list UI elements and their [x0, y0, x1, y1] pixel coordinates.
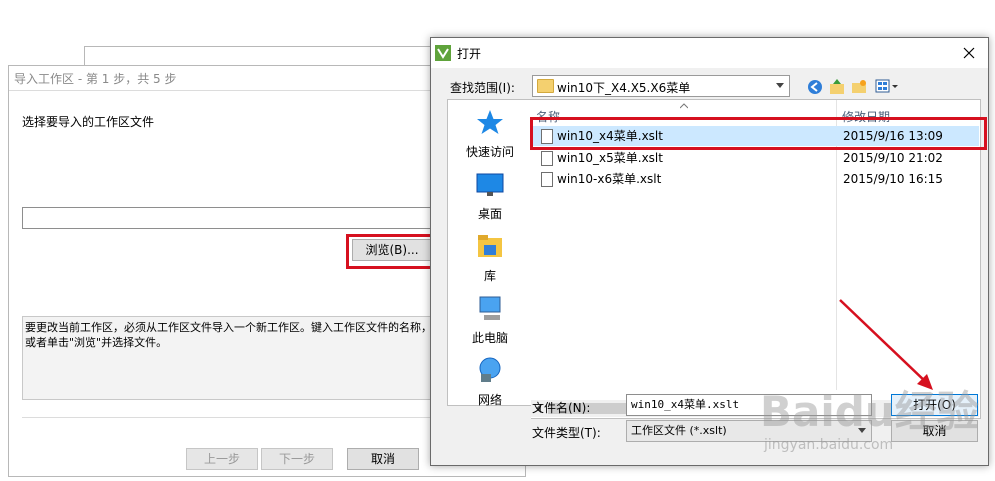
- look-in-value: win10下_X4.X5.X6菜单: [557, 81, 691, 95]
- new-folder-icon[interactable]: [851, 79, 867, 94]
- place-quick-access[interactable]: 快速访问: [448, 108, 532, 160]
- dialog-titlebar: 打开: [431, 38, 988, 68]
- place-label: 快速访问: [465, 145, 514, 159]
- wizard-prompt: 选择要导入的工作区文件: [22, 115, 155, 129]
- baidu-watermark-url: jingyan.baidu.com: [764, 437, 894, 453]
- file-date: 2015/9/10 21:02: [843, 151, 943, 165]
- place-library[interactable]: 库: [448, 232, 532, 284]
- network-icon: [479, 357, 501, 382]
- file-highlight-box: [530, 117, 987, 150]
- look-in-dropdown[interactable]: win10下_X4.X5.X6菜单: [532, 75, 790, 97]
- wizard-info-text: 要更改当前工作区，必须从工作区文件导入一个新工作区。键入工作区文件的名称，或者单…: [22, 316, 442, 400]
- star-icon: [477, 110, 503, 134]
- file-icon: [541, 151, 553, 166]
- back-nav-icon[interactable]: [807, 79, 823, 95]
- file-name: win10-x6菜单.xslt: [557, 172, 662, 186]
- place-network[interactable]: 网络: [448, 356, 532, 408]
- baidu-watermark: Baidu经验: [760, 387, 979, 436]
- app-icon: [435, 45, 451, 61]
- file-name: win10_x5菜单.xslt: [557, 151, 663, 165]
- computer-icon: [479, 296, 501, 320]
- view-menu-icon[interactable]: [875, 79, 899, 94]
- dialog-title: 打开: [457, 47, 482, 61]
- look-in-label: 查找范围(I):: [450, 81, 515, 95]
- place-this-pc[interactable]: 此电脑: [448, 294, 532, 346]
- close-icon[interactable]: [963, 47, 975, 59]
- workspace-path-input[interactable]: [22, 207, 444, 229]
- place-label: 此电脑: [471, 331, 508, 345]
- place-label: 桌面: [477, 207, 502, 221]
- filename-label: 文件名(N):: [532, 401, 591, 415]
- browse-highlight-box: [346, 234, 436, 269]
- next-button[interactable]: 下一步: [261, 448, 333, 470]
- file-row[interactable]: win10-x6菜单.xslt 2015/9/10 16:15: [531, 169, 979, 189]
- sort-ascending-icon: [680, 103, 688, 109]
- back-button[interactable]: 上一步: [186, 448, 258, 470]
- place-desktop[interactable]: 桌面: [448, 170, 532, 222]
- file-icon: [541, 172, 553, 187]
- chevron-down-icon: [776, 83, 784, 88]
- library-icon: [478, 235, 502, 257]
- wizard-cancel-button[interactable]: 取消: [347, 448, 419, 470]
- up-folder-icon[interactable]: [829, 78, 845, 95]
- wizard-title: 导入工作区 - 第 1 步，共 5 步: [14, 72, 177, 86]
- filetype-value: 工作区文件 (*.xslt): [631, 424, 727, 437]
- file-row[interactable]: win10_x5菜单.xslt 2015/9/10 21:02: [531, 148, 979, 168]
- wizard-footer-divider: [22, 417, 442, 418]
- filetype-label: 文件类型(T):: [532, 426, 601, 440]
- place-label: 网络: [477, 393, 502, 407]
- folder-icon: [537, 79, 554, 93]
- places-bar: 快速访问 桌面 库 此电脑 网络: [447, 99, 533, 408]
- place-label: 库: [483, 269, 496, 283]
- desktop-icon: [476, 173, 504, 196]
- file-date: 2015/9/10 16:15: [843, 172, 943, 186]
